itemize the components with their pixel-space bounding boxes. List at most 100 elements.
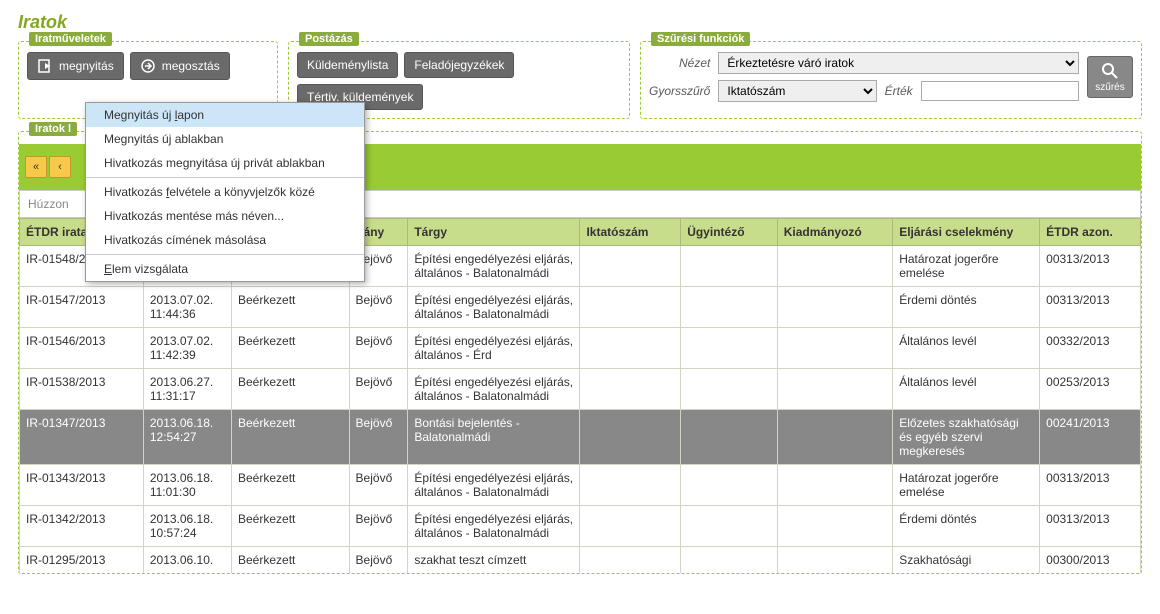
table-cell: IR-01547/2013 <box>20 287 144 328</box>
table-cell: Általános levél <box>893 369 1040 410</box>
panel-szures: Szűrési funkciók Nézet Érkeztetésre váró… <box>640 41 1142 119</box>
table-cell: 2013.06.10. <box>143 547 231 574</box>
cm-open-private-window[interactable]: Hivatkozás megnyitása új privát ablakban <box>86 151 364 175</box>
table-row[interactable]: IR-01295/20132013.06.10.BeérkezettBejövő… <box>20 547 1141 574</box>
legend-iratok-list: Iratok l <box>29 122 77 136</box>
table-cell <box>580 465 681 506</box>
legend-postazas: Postázás <box>299 32 359 46</box>
table-cell <box>580 287 681 328</box>
page-title: Iratok <box>18 12 1142 33</box>
share-icon <box>140 58 156 74</box>
cm-inspect-element[interactable]: Elem vizsgálata <box>86 257 364 281</box>
table-row[interactable]: IR-01343/20132013.06.18. 11:01:30Beérkez… <box>20 465 1141 506</box>
cm-separator <box>86 177 364 178</box>
table-cell: 2013.06.27. 11:31:17 <box>143 369 231 410</box>
legend-szures: Szűrési funkciók <box>651 32 750 46</box>
col-etdr-azon[interactable]: ÉTDR azon. <box>1040 219 1141 246</box>
feladojegyzekek-button[interactable]: Feladójegyzékek <box>404 52 514 78</box>
table-cell <box>681 547 778 574</box>
col-iktatoszam[interactable]: Iktatószám <box>580 219 681 246</box>
table-cell: Beérkezett <box>232 465 350 506</box>
open-button-label: megnyitás <box>59 59 114 73</box>
table-row[interactable]: IR-01538/20132013.06.27. 11:31:17Beérkez… <box>20 369 1141 410</box>
table-cell <box>580 547 681 574</box>
table-row[interactable]: IR-01342/20132013.06.18. 10:57:24Beérkez… <box>20 506 1141 547</box>
table-cell: Határozat jogerőre emelése <box>893 246 1040 287</box>
open-button[interactable]: megnyitás <box>27 52 124 80</box>
table-cell: Építési engedélyezési eljárás, általános… <box>408 465 580 506</box>
col-ugyintezo[interactable]: Ügyintéző <box>681 219 778 246</box>
table-cell <box>580 506 681 547</box>
table-cell <box>681 410 778 465</box>
share-button[interactable]: megosztás <box>130 52 230 80</box>
table-row[interactable]: IR-01547/20132013.07.02. 11:44:36Beérkez… <box>20 287 1141 328</box>
table-cell: 2013.07.02. 11:42:39 <box>143 328 231 369</box>
table-cell <box>777 547 892 574</box>
table-cell: Beérkezett <box>232 328 350 369</box>
table-cell: Építési engedélyezési eljárás, általános… <box>408 287 580 328</box>
table-cell <box>777 287 892 328</box>
table-cell: 00253/2013 <box>1040 369 1141 410</box>
table-row[interactable]: IR-01546/20132013.07.02. 11:42:39Beérkez… <box>20 328 1141 369</box>
context-menu: Megnyitás új lapon Megnyitás új ablakban… <box>85 102 365 282</box>
table-cell <box>681 506 778 547</box>
table-cell: 00313/2013 <box>1040 246 1141 287</box>
table-cell: IR-01347/2013 <box>20 410 144 465</box>
col-kiadmanyozo[interactable]: Kiadmányozó <box>777 219 892 246</box>
table-row[interactable]: IR-01347/20132013.06.18. 12:54:27Beérkez… <box>20 410 1141 465</box>
table-cell: Érdemi döntés <box>893 506 1040 547</box>
table-cell: Építési engedélyezési eljárás, általános… <box>408 369 580 410</box>
kuldemenylista-button[interactable]: Küldeménylista <box>297 52 398 78</box>
table-cell <box>580 328 681 369</box>
search-button-label: szűrés <box>1095 82 1124 93</box>
gyors-select[interactable]: Iktatószám <box>718 80 876 102</box>
chevron-left-icon: ‹ <box>58 161 62 173</box>
table-cell <box>777 465 892 506</box>
nezet-select[interactable]: Érkeztetésre váró iratok <box>718 52 1079 74</box>
table-cell: 2013.06.18. 10:57:24 <box>143 506 231 547</box>
table-cell: 2013.06.18. 11:01:30 <box>143 465 231 506</box>
table-cell <box>777 410 892 465</box>
chevron-double-left-icon: « <box>33 161 39 173</box>
table-cell <box>580 246 681 287</box>
legend-iratmuveletek: Iratműveletek <box>29 32 112 46</box>
table-cell: Bejövő <box>349 506 408 547</box>
table-cell: Beérkezett <box>232 506 350 547</box>
table-cell <box>580 369 681 410</box>
table-cell: Építési engedélyezési eljárás, általános… <box>408 506 580 547</box>
table-cell: IR-01342/2013 <box>20 506 144 547</box>
table-cell: IR-01295/2013 <box>20 547 144 574</box>
col-eljarasi[interactable]: Eljárási cselekmény <box>893 219 1040 246</box>
table-cell: Szakhatósági <box>893 547 1040 574</box>
table-cell: Beérkezett <box>232 287 350 328</box>
label-gyors: Gyorsszűrő <box>649 84 710 98</box>
table-cell: 00332/2013 <box>1040 328 1141 369</box>
table-cell: Bontási bejelentés - Balatonalmádi <box>408 410 580 465</box>
table-cell <box>777 506 892 547</box>
table-cell <box>777 369 892 410</box>
cm-save-link-as[interactable]: Hivatkozás mentése más néven... <box>86 204 364 228</box>
table-cell <box>681 369 778 410</box>
nav-prev-button[interactable]: ‹ <box>49 156 71 178</box>
cm-bookmark-link[interactable]: Hivatkozás felvétele a könyvjelzők közé <box>86 180 364 204</box>
cm-copy-link-address[interactable]: Hivatkozás címének másolása <box>86 228 364 252</box>
table-cell: Bejövő <box>349 287 408 328</box>
table-cell: Beérkezett <box>232 410 350 465</box>
ertek-input[interactable] <box>921 81 1079 101</box>
search-button[interactable]: szűrés <box>1087 56 1133 98</box>
share-button-label: megosztás <box>162 59 220 73</box>
label-nezet: Nézet <box>649 56 710 70</box>
table-cell: Bejövő <box>349 410 408 465</box>
nav-first-button[interactable]: « <box>25 156 47 178</box>
table-cell: Bejövő <box>349 547 408 574</box>
cm-open-new-window[interactable]: Megnyitás új ablakban <box>86 127 364 151</box>
table-cell <box>681 287 778 328</box>
table-cell: 00313/2013 <box>1040 465 1141 506</box>
table-cell <box>777 246 892 287</box>
table-cell: Építési engedélyezési eljárás, általános… <box>408 328 580 369</box>
col-targy[interactable]: Tárgy <box>408 219 580 246</box>
label-ertek: Érték <box>885 84 913 98</box>
cm-open-new-tab[interactable]: Megnyitás új lapon <box>86 103 364 127</box>
table-cell <box>777 328 892 369</box>
table-cell: Határozat jogerőre emelése <box>893 465 1040 506</box>
